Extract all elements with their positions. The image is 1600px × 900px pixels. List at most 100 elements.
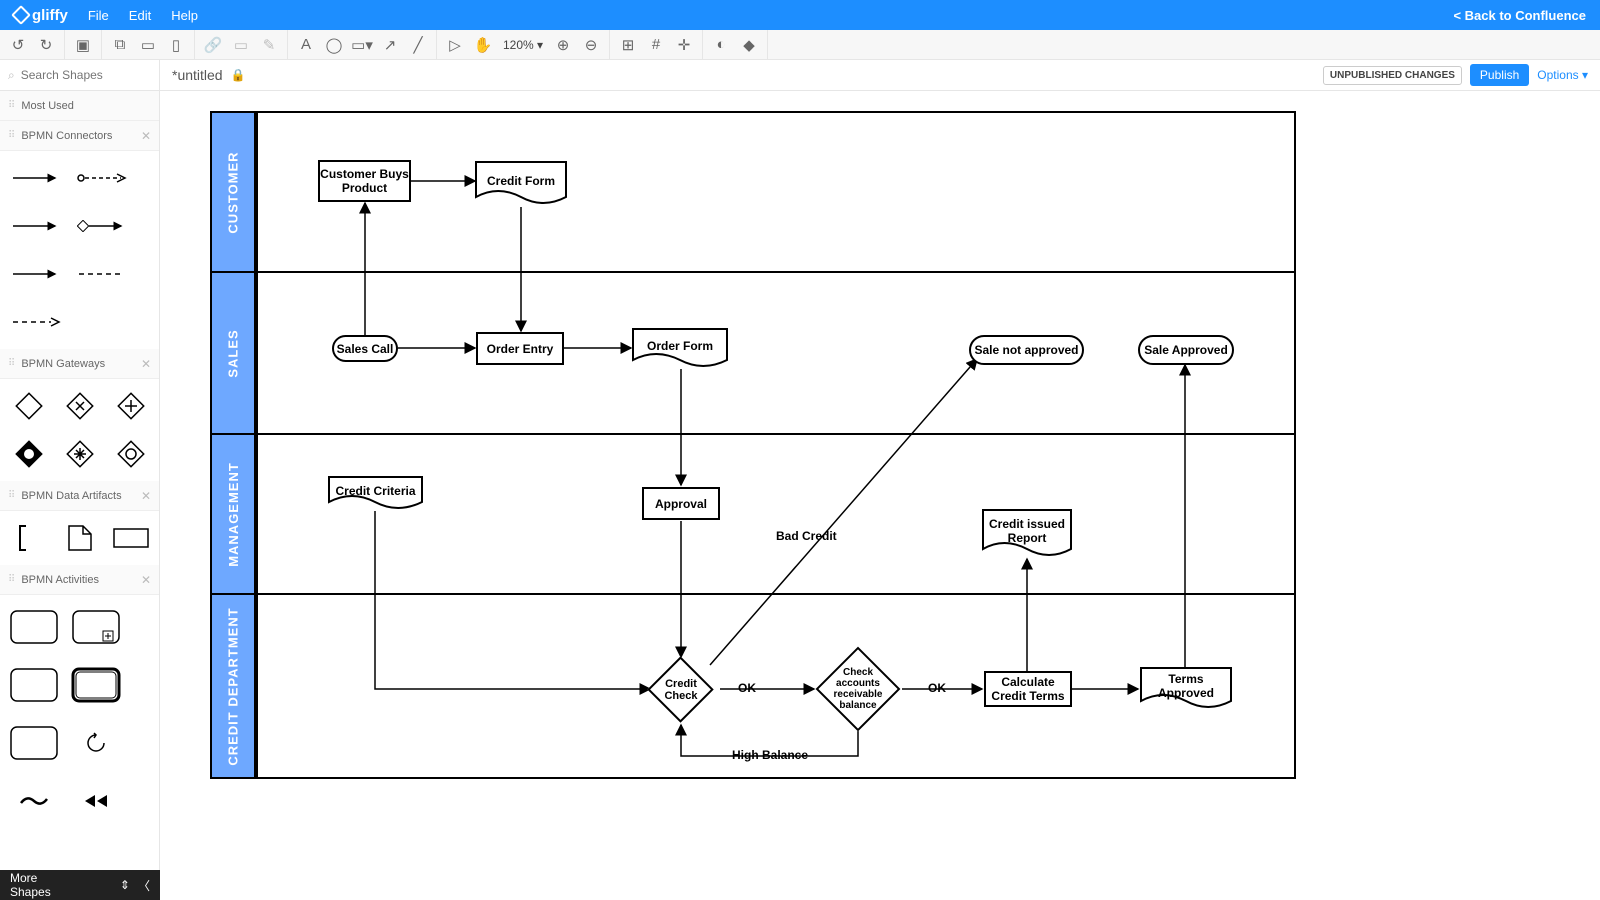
artifact-data-object[interactable] — [57, 519, 102, 557]
text-tool[interactable]: A — [292, 31, 320, 59]
redo-button[interactable]: ↻ — [32, 31, 60, 59]
node-sales-call[interactable]: Sales Call — [332, 335, 398, 362]
gateway-parallel[interactable] — [108, 387, 153, 425]
node-credit-check[interactable]: Credit Check — [648, 657, 714, 723]
toolbar: ↺ ↻ ▣ ⧉ ▭ ▯ 🔗 ▭ ✎ A ◯ ▭▾ ↗ ╱ ▷ ✋ 120% ▾ … — [0, 30, 1600, 60]
node-credit-issued-report[interactable]: Credit issued Report — [982, 509, 1072, 559]
node-terms-approved[interactable]: Terms Approved — [1140, 667, 1232, 711]
layer-button[interactable]: ✎ — [255, 31, 283, 59]
brand-logo[interactable]: gliffy — [14, 7, 68, 24]
lane-credit-dept-header[interactable]: CREDIT DEPARTMENT — [212, 595, 256, 777]
line-tool[interactable]: ╱ — [404, 31, 432, 59]
popup-note-button[interactable]: ▭ — [227, 31, 255, 59]
bpmn-connectors-grid — [0, 151, 159, 349]
close-icon[interactable]: ✕ — [141, 357, 151, 371]
section-most-used[interactable]: ⠿Most Used — [0, 91, 159, 121]
swimlane-pool[interactable] — [210, 111, 1296, 779]
activity-adhoc[interactable] — [6, 777, 62, 825]
snap-grid-button[interactable]: ⊞ — [614, 31, 642, 59]
close-icon[interactable]: ✕ — [141, 489, 151, 503]
zoom-out-button[interactable]: ⊖ — [577, 31, 605, 59]
drawing-guides-button[interactable]: ◐ — [707, 31, 735, 59]
search-input[interactable] — [21, 68, 160, 82]
section-bpmn-activities[interactable]: ⠿BPMN Activities✕ — [0, 565, 159, 595]
zoom-in-button[interactable]: ⊕ — [549, 31, 577, 59]
activity-transaction[interactable] — [6, 661, 62, 709]
connector-association[interactable] — [72, 255, 132, 293]
node-credit-criteria[interactable]: Credit Criteria — [328, 476, 423, 512]
node-approval[interactable]: Approval — [642, 487, 720, 520]
activity-task[interactable] — [6, 603, 62, 651]
connector-default[interactable] — [6, 207, 66, 245]
rect-tool[interactable]: ▭▾ — [348, 31, 376, 59]
ungroup-button[interactable]: ▯ — [162, 31, 190, 59]
node-calculate-credit-terms[interactable]: Calculate Credit Terms — [984, 671, 1072, 707]
section-bpmn-gateways[interactable]: ⠿BPMN Gateways✕ — [0, 349, 159, 379]
menu-edit[interactable]: Edit — [129, 8, 151, 23]
bpmn-data-grid — [0, 511, 159, 565]
snap-guides-button[interactable]: ✛ — [670, 31, 698, 59]
section-bpmn-data-artifacts[interactable]: ⠿BPMN Data Artifacts✕ — [0, 481, 159, 511]
themes-button[interactable]: ▣ — [69, 31, 97, 59]
shape-search[interactable]: ⌕ — [0, 60, 159, 91]
node-order-entry[interactable]: Order Entry — [476, 332, 564, 365]
connector-plain[interactable] — [6, 255, 66, 293]
show-grid-button[interactable]: # — [642, 31, 670, 59]
back-to-confluence-link[interactable]: < Back to Confluence — [1453, 8, 1586, 23]
artifact-annotation[interactable] — [108, 519, 153, 557]
link-button[interactable]: 🔗 — [199, 31, 227, 59]
lane-management-header[interactable]: MANAGEMENT — [212, 435, 256, 593]
copy-button[interactable]: ⧉ — [106, 31, 134, 59]
diagram-canvas[interactable]: CUSTOMER SALES MANAGEMENT CREDIT DEPARTM… — [210, 111, 1550, 900]
connector-tool[interactable]: ↗ — [376, 31, 404, 59]
options-dropdown[interactable]: Options ▾ — [1537, 68, 1588, 82]
pointer-tool[interactable]: ▷ — [441, 31, 469, 59]
zoom-dropdown[interactable]: 120% ▾ — [497, 38, 549, 52]
node-order-form[interactable]: Order Form — [632, 328, 728, 370]
lane-sales-header[interactable]: SALES — [212, 273, 256, 433]
node-sale-approved[interactable]: Sale Approved — [1138, 335, 1234, 365]
canvas-area[interactable]: CUSTOMER SALES MANAGEMENT CREDIT DEPARTM… — [160, 91, 1600, 900]
pan-tool[interactable]: ✋ — [469, 31, 497, 59]
artifact-group[interactable] — [6, 519, 51, 557]
gateway-exclusive[interactable] — [6, 387, 51, 425]
lane-customer-header[interactable]: CUSTOMER — [212, 113, 256, 271]
connector-sequence[interactable] — [6, 159, 66, 197]
menu-help[interactable]: Help — [171, 8, 198, 23]
activity-call[interactable] — [68, 661, 124, 709]
node-sale-not-approved[interactable]: Sale not approved — [969, 335, 1084, 365]
connector-directional-assoc[interactable] — [6, 303, 66, 341]
gateway-complex[interactable] — [57, 435, 102, 473]
undo-button[interactable]: ↺ — [4, 31, 32, 59]
gateway-inclusive[interactable] — [6, 435, 51, 473]
lock-icon: 🔒 — [231, 68, 246, 82]
shape-panel: ⌕ ⠿Most Used ⠿BPMN Connectors✕ ⠿BPMN Gat… — [0, 60, 160, 900]
more-shapes-button[interactable]: More Shapes ⇕ 〈 — [0, 870, 160, 900]
menu-file[interactable]: File — [88, 8, 109, 23]
chevron-left-icon: 〈 — [138, 877, 150, 894]
divider-icon: ⇕ — [120, 878, 130, 892]
publish-button[interactable]: Publish — [1470, 64, 1529, 86]
layers-button[interactable]: ◆ — [735, 31, 763, 59]
close-icon[interactable]: ✕ — [141, 573, 151, 587]
activity-subprocess[interactable] — [68, 603, 124, 651]
connector-conditional[interactable] — [72, 159, 132, 197]
node-customer-buys-product[interactable]: Customer Buys Product — [318, 160, 411, 202]
logo-icon — [11, 5, 31, 25]
gateway-event[interactable] — [108, 435, 153, 473]
gateway-exclusive-x[interactable] — [57, 387, 102, 425]
doc-title[interactable]: *untitled — [172, 67, 223, 83]
group-button[interactable]: ▭ — [134, 31, 162, 59]
circle-tool[interactable]: ◯ — [320, 31, 348, 59]
bpmn-activities-grid — [0, 595, 159, 833]
activity-compensation[interactable] — [68, 777, 124, 825]
node-check-balance[interactable]: Check accounts receivable balance — [816, 647, 900, 731]
close-icon[interactable]: ✕ — [141, 129, 151, 143]
edge-label-bad-credit: Bad Credit — [776, 529, 837, 543]
node-credit-form[interactable]: Credit Form — [475, 161, 567, 207]
connector-message[interactable] — [72, 207, 132, 245]
activity-loop[interactable] — [68, 719, 124, 767]
document-bar: *untitled 🔒 UNPUBLISHED CHANGES Publish … — [160, 60, 1600, 91]
section-bpmn-connectors[interactable]: ⠿BPMN Connectors✕ — [0, 121, 159, 151]
activity-event-sub[interactable] — [6, 719, 62, 767]
